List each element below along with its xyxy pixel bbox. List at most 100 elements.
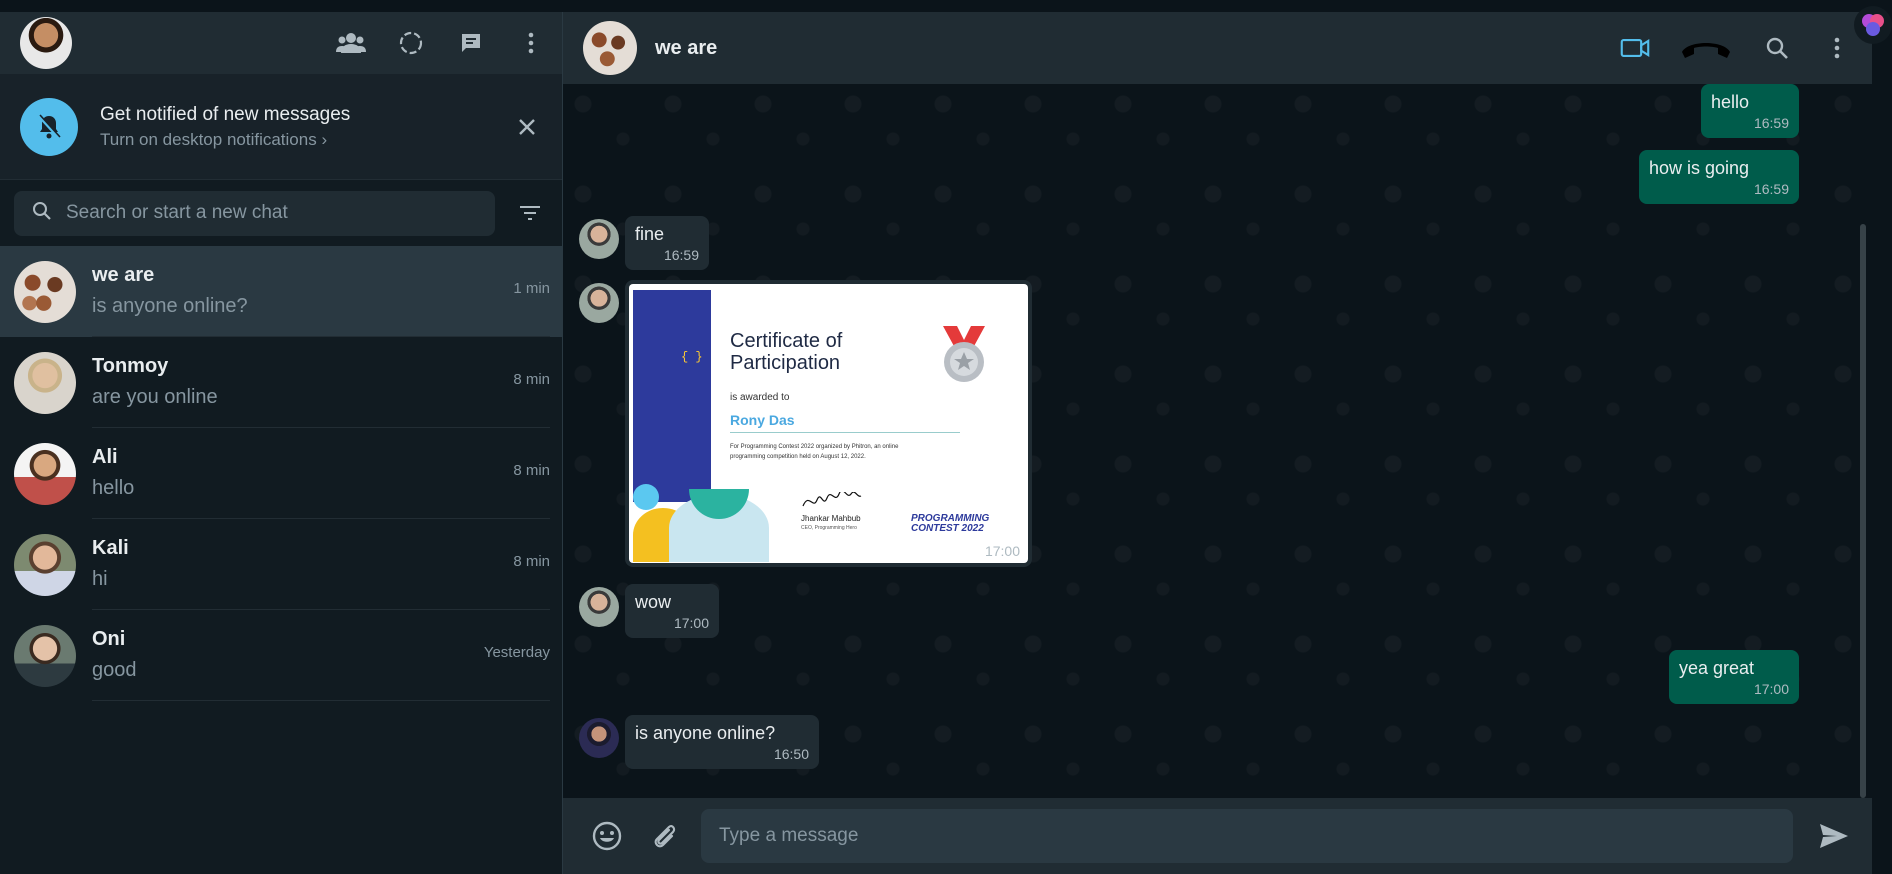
message-time: 16:59	[1753, 115, 1789, 131]
certificate-image[interactable]: { } Certificate of Participation is award…	[629, 284, 1028, 563]
sender-avatar[interactable]	[579, 219, 619, 259]
medal-icon	[941, 326, 987, 384]
image-message[interactable]: { } Certificate of Participation is award…	[625, 280, 1032, 567]
sender-avatar[interactable]	[579, 718, 619, 758]
chat-item-tonmoy[interactable]: Tonmoy are you online 8 min	[0, 337, 562, 428]
sidebar-header	[0, 12, 562, 74]
certificate-recipient: Rony Das	[730, 412, 795, 428]
avatar	[14, 260, 76, 323]
conversation-pane: we are hello 16:59 how is going 16:59 fi…	[563, 12, 1872, 874]
certificate-awarded: is awarded to	[730, 392, 790, 403]
message-incoming[interactable]: is anyone online? 16:50	[625, 715, 819, 769]
menu-icon[interactable]	[516, 28, 546, 58]
message-text: yea great	[1679, 658, 1755, 678]
menu-icon[interactable]	[1822, 33, 1852, 63]
chat-last-message: is anyone online?	[92, 295, 248, 317]
chat-item-oni[interactable]: Oni good Yesterday	[0, 610, 562, 701]
certificate-sidebar: { }	[633, 290, 711, 502]
bell-off-icon	[20, 97, 78, 156]
chat-time: 1 min	[513, 280, 550, 297]
my-avatar[interactable]	[20, 17, 72, 69]
message-outgoing[interactable]: yea great 17:00	[1669, 650, 1799, 704]
extension-logo-icon[interactable]	[1854, 6, 1892, 44]
message-time: 17:00	[673, 615, 709, 631]
new-chat-icon[interactable]	[456, 28, 486, 58]
search-icon[interactable]	[1762, 33, 1792, 63]
chat-last-message: are you online	[92, 386, 218, 408]
message-time: 17:00	[1753, 681, 1789, 697]
message-text: how is going	[1649, 158, 1750, 178]
sidebar-header-icons	[336, 28, 546, 58]
message-text: is anyone online?	[635, 723, 776, 743]
message-time: 17:00	[984, 543, 1020, 559]
certificate-signer: Jhankar Mahbub	[801, 514, 861, 523]
communities-icon[interactable]	[336, 28, 366, 58]
filter-icon[interactable]	[515, 198, 545, 228]
message-text: fine	[635, 224, 665, 244]
message-incoming[interactable]: fine 16:59	[625, 216, 709, 270]
message-text: wow	[635, 592, 672, 612]
certificate-title: Certificate of Participation	[730, 330, 843, 374]
end-call-icon[interactable]	[1680, 33, 1732, 63]
message-time: 16:59	[1753, 181, 1789, 197]
conversation-header[interactable]: we are	[563, 12, 1872, 84]
chat-time: 8 min	[513, 371, 550, 388]
conversation-title[interactable]: we are	[655, 37, 717, 60]
video-call-icon[interactable]	[1620, 33, 1650, 63]
search-row	[0, 180, 562, 246]
message-time: 16:59	[663, 247, 699, 263]
chat-item-ali[interactable]: Ali hello 8 min	[0, 428, 562, 519]
message-list[interactable]: hello 16:59 how is going 16:59 fine 16:5…	[563, 84, 1872, 798]
status-icon[interactable]	[396, 28, 426, 58]
chat-item-kali[interactable]: Kali hi 8 min	[0, 519, 562, 610]
emoji-icon[interactable]	[589, 818, 625, 854]
notification-link[interactable]: Turn on desktop notifications ›	[100, 130, 350, 150]
avatar	[14, 351, 76, 414]
search-box[interactable]	[14, 190, 495, 236]
chat-time: 8 min	[513, 462, 550, 479]
chat-name: we are	[92, 264, 155, 286]
avatar	[14, 533, 76, 596]
sidebar: Get notified of new messages Turn on des…	[0, 12, 563, 874]
certificate-signer-role: CEO, Programming Hero	[801, 525, 857, 531]
chat-list: we are is anyone online? 1 min Tonmoy ar…	[0, 246, 562, 701]
chat-name: Ali	[92, 446, 118, 468]
message-composer	[563, 798, 1872, 874]
signature-image	[801, 490, 863, 510]
notification-banner[interactable]: Get notified of new messages Turn on des…	[0, 74, 562, 180]
divider	[730, 432, 960, 433]
chat-name: Oni	[92, 628, 126, 650]
chat-last-message: hi	[92, 568, 108, 590]
message-input[interactable]	[701, 809, 1793, 863]
chat-time: 8 min	[513, 553, 550, 570]
chat-time: Yesterday	[483, 644, 550, 661]
conversation-actions	[1620, 33, 1852, 63]
search-input[interactable]	[66, 202, 466, 224]
sender-avatar[interactable]	[579, 587, 619, 627]
decor-circle	[633, 484, 659, 510]
message-text: hello	[1711, 92, 1750, 112]
certificate-contest: PROGRAMMING CONTEST 2022	[911, 513, 990, 534]
message-outgoing[interactable]: hello 16:59	[1701, 84, 1799, 138]
certificate-description: For Programming Contest 2022 organized b…	[730, 444, 899, 460]
avatar	[14, 442, 76, 505]
avatar	[14, 624, 76, 687]
chat-last-message: hello	[92, 477, 135, 499]
notification-title: Get notified of new messages	[100, 103, 351, 125]
scrollbar[interactable]	[1860, 224, 1866, 798]
chat-item-we-are[interactable]: we are is anyone online? 1 min	[0, 246, 562, 337]
sender-avatar[interactable]	[579, 283, 619, 323]
send-icon[interactable]	[1816, 818, 1852, 854]
message-time: 16:50	[773, 746, 809, 762]
chat-last-message: good	[92, 659, 137, 681]
top-strip	[0, 0, 1892, 12]
whatsapp-app: Get notified of new messages Turn on des…	[0, 12, 1872, 874]
message-incoming[interactable]: wow 17:00	[625, 584, 719, 638]
search-icon	[32, 201, 52, 226]
group-avatar[interactable]	[583, 21, 637, 75]
attach-icon[interactable]	[645, 818, 681, 854]
chat-name: Tonmoy	[92, 355, 169, 377]
message-outgoing[interactable]: how is going 16:59	[1639, 150, 1799, 204]
chat-name: Kali	[92, 537, 129, 559]
close-icon[interactable]	[512, 112, 542, 142]
